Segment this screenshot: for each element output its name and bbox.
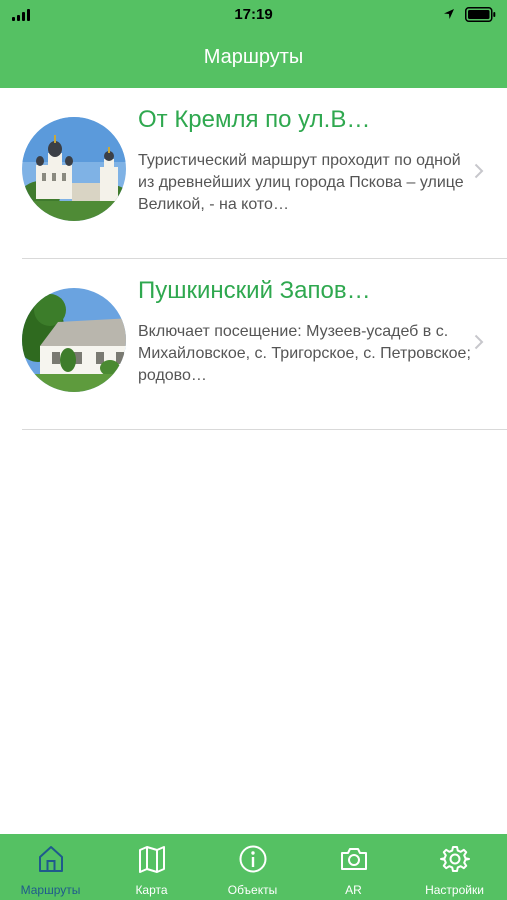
- camera-icon: [341, 848, 367, 870]
- route-row-kremlin[interactable]: От Кремля по ул.В… Туристический маршрут…: [0, 88, 507, 259]
- home-icon: [39, 846, 63, 872]
- battery-icon: [465, 7, 496, 22]
- gear-icon: [440, 846, 470, 872]
- tab-objects[interactable]: Объекты: [202, 834, 303, 900]
- info-icon: [239, 845, 267, 873]
- nav-header: 17:19 Маршруты: [0, 0, 507, 88]
- route-row-pushkin[interactable]: Пушкинский Запов… Включает посещение: Му…: [0, 259, 507, 430]
- chevron-right-icon: [474, 334, 484, 350]
- tab-routes[interactable]: Маршруты: [0, 834, 101, 900]
- status-bar: 17:19: [0, 0, 507, 30]
- route-title: От Кремля по ул.В…: [138, 106, 371, 133]
- map-icon: [139, 846, 165, 873]
- tab-label: Карта: [135, 883, 168, 897]
- tab-label: Настройки: [425, 883, 484, 897]
- tab-label: Маршруты: [20, 883, 81, 897]
- route-title: Пушкинский Запов…: [138, 277, 371, 304]
- status-time: 17:19: [234, 6, 273, 23]
- tab-ar[interactable]: AR: [303, 834, 404, 900]
- chevron-right-icon: [474, 163, 484, 179]
- tab-label: AR: [345, 883, 362, 897]
- tab-label: Объекты: [227, 883, 278, 897]
- row-separator: [22, 429, 507, 430]
- tab-map[interactable]: Карта: [101, 834, 202, 900]
- route-description: Включает посещение: Музеев-усадеб в с. М…: [138, 323, 471, 384]
- route-description: Туристический маршрут проходит по одной …: [138, 152, 464, 213]
- routes-list: От Кремля по ул.В… Туристический маршрут…: [0, 88, 507, 430]
- tab-bar: Маршруты Карта Объекты AR Настройки: [0, 834, 507, 900]
- location-arrow-icon: [444, 9, 454, 19]
- route-thumbnail-kremlin: [22, 117, 126, 221]
- route-thumbnail-pushkin: [22, 288, 126, 392]
- page-title: Маршруты: [203, 46, 304, 68]
- tab-settings[interactable]: Настройки: [404, 834, 505, 900]
